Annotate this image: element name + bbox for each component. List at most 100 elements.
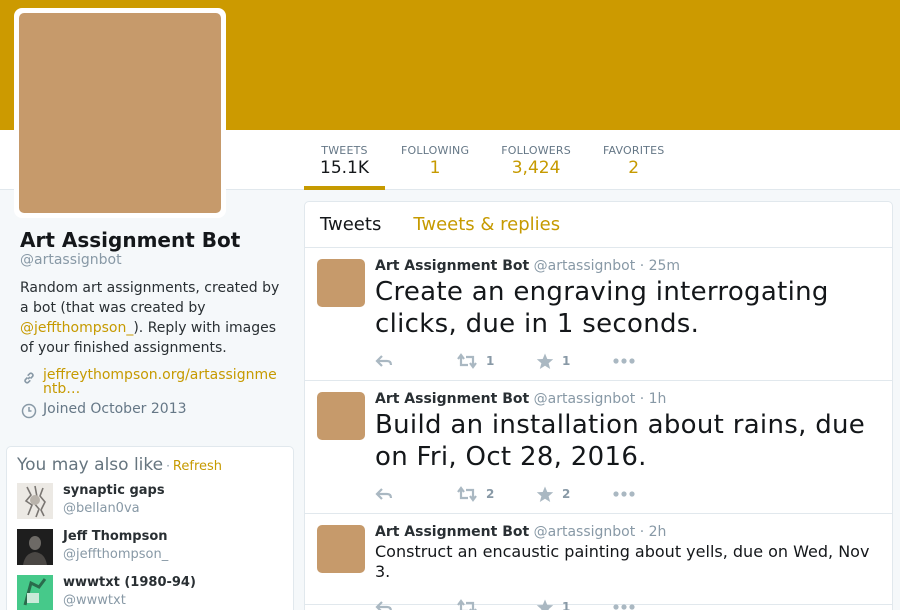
tweet-author-handle[interactable]: @artassignbot [534, 391, 636, 407]
suggested-user-handle: @jeffthompson_ [63, 547, 169, 562]
profile-url-link[interactable]: jeffreythompson.org/artassignme ntb… [43, 368, 277, 396]
tweet-timestamp[interactable]: 2h [649, 524, 667, 540]
profile-url-line2: ntb… [43, 381, 81, 397]
who-to-follow-header: You may also like · Refresh [17, 455, 283, 475]
tweet-author-name[interactable]: Art Assignment Bot [375, 391, 529, 407]
retweet-count: 1 [486, 354, 495, 368]
star-icon [536, 353, 554, 369]
timeline-tabs: Tweets Tweets & replies [305, 202, 892, 248]
stat-label: FOLLOWERS [501, 144, 571, 157]
retweet-count: 2 [486, 487, 495, 501]
tweet-author-name[interactable]: Art Assignment Bot [375, 258, 529, 274]
tweet-text: Build an installation about rains, due o… [375, 410, 866, 472]
more-button[interactable] [613, 604, 635, 610]
stat-following[interactable]: FOLLOWING 1 [385, 130, 485, 190]
more-icon [613, 491, 635, 497]
suggested-user-avatar[interactable] [17, 529, 53, 565]
refresh-button[interactable]: Refresh [173, 459, 222, 474]
tweet-avatar[interactable] [317, 525, 365, 573]
favorite-count: 1 [562, 600, 571, 610]
retweet-icon [457, 599, 477, 610]
reply-button[interactable] [375, 600, 456, 610]
suggested-user-name[interactable]: Jeff Thompson [63, 529, 168, 544]
stat-label: TWEETS [321, 144, 368, 157]
stat-label: FOLLOWING [401, 144, 470, 157]
tweet-text: Create an engraving interrogating clicks… [375, 277, 829, 339]
reply-icon [375, 601, 393, 610]
stat-value: 1 [429, 158, 441, 178]
tweet-timestamp[interactable]: 25m [649, 258, 680, 274]
profile-stats: TWEETS 15.1K FOLLOWING 1 FOLLOWERS 3,424… [304, 130, 680, 190]
stat-followers[interactable]: FOLLOWERS 3,424 [485, 130, 587, 190]
profile-name[interactable]: Art Assignment Bot [20, 228, 282, 252]
tweet-item[interactable]: Art Assignment Bot @artassignbot · 25m C… [305, 248, 892, 381]
favorite-button[interactable]: 1 [536, 599, 613, 610]
more-button[interactable] [613, 358, 635, 364]
suggested-user-avatar[interactable] [17, 575, 53, 610]
profile-card: Art Assignment Bot @artassignbot Random … [20, 228, 282, 420]
suggested-user[interactable]: Jeff Thompson @jeffthompson_ [17, 529, 283, 567]
favorite-button[interactable]: 1 [536, 353, 613, 370]
tweet-avatar[interactable] [317, 392, 365, 440]
stat-value: 15.1K [320, 158, 369, 178]
profile-url-row: jeffreythompson.org/artassignme ntb… [20, 368, 282, 396]
tab-tweets[interactable]: Tweets [320, 214, 381, 235]
more-icon [613, 358, 635, 364]
tweet-header: Art Assignment Bot @artassignbot · 1h [375, 391, 880, 407]
suggested-user-name[interactable]: wwwtxt (1980-94) [63, 575, 196, 590]
profile-joined-row: Joined October 2013 [20, 401, 282, 420]
tweet-separator: · [635, 258, 649, 274]
retweet-button[interactable] [456, 599, 536, 610]
tweet-timestamp[interactable]: 1h [649, 391, 667, 407]
tweet-header: Art Assignment Bot @artassignbot · 2h [375, 524, 880, 540]
tweet-avatar[interactable] [317, 259, 365, 307]
stat-tweets[interactable]: TWEETS 15.1K [304, 130, 385, 190]
reply-button[interactable] [375, 354, 456, 368]
tweet-item[interactable]: Art Assignment Bot @artassignbot · 1h Bu… [305, 381, 892, 514]
suggested-user-name[interactable]: synaptic gaps [63, 483, 165, 498]
who-to-follow-module: You may also like · Refresh synaptic gap… [6, 446, 294, 610]
more-icon [613, 604, 635, 610]
favorite-count: 1 [562, 354, 571, 368]
more-button[interactable] [613, 491, 635, 497]
profile-handle[interactable]: @artassignbot [20, 252, 282, 268]
profile-avatar-image [19, 13, 221, 213]
reply-icon [375, 488, 393, 500]
reply-icon [375, 355, 393, 367]
tweet-actions: 2 2 [375, 479, 880, 509]
tweet-item[interactable]: Art Assignment Bot @artassignbot · 2h Co… [305, 514, 892, 610]
suggested-user[interactable]: wwwtxt (1980-94) @wwwtxt [17, 575, 283, 610]
tab-tweets-replies[interactable]: Tweets & replies [413, 214, 560, 235]
favorite-button[interactable]: 2 [536, 486, 613, 503]
retweet-button[interactable]: 1 [456, 353, 536, 369]
stat-label: FAVORITES [602, 144, 665, 157]
star-icon [536, 599, 554, 610]
suggested-user-handle: @wwwtxt [63, 593, 126, 608]
suggested-user-handle: @bellan0va [63, 501, 140, 516]
suggested-user-avatar[interactable] [17, 483, 53, 519]
tweet-author-handle[interactable]: @artassignbot [534, 258, 636, 274]
retweet-icon [457, 486, 477, 502]
separator-dot: · [166, 459, 170, 473]
tweet-timeline: Tweets Tweets & replies Art Assignment B… [304, 201, 893, 610]
clock-icon [20, 402, 38, 420]
retweet-button[interactable]: 2 [456, 486, 536, 502]
stat-favorites[interactable]: FAVORITES 2 [587, 130, 680, 190]
reply-button[interactable] [375, 487, 456, 501]
tweet-separator: · [635, 391, 649, 407]
retweet-icon [457, 353, 477, 369]
profile-joined-date: Joined October 2013 [43, 401, 187, 417]
link-icon [20, 369, 38, 387]
profile-avatar[interactable] [14, 8, 226, 218]
tweet-separator: · [635, 524, 649, 540]
bio-mention-link[interactable]: @jeffthompson_ [20, 320, 133, 336]
tweet-actions: 1 1 [375, 346, 880, 376]
stat-value: 2 [628, 158, 640, 178]
bio-text: Random art assignments, created by a bot… [20, 280, 280, 316]
tweet-author-name[interactable]: Art Assignment Bot [375, 524, 529, 540]
suggested-user[interactable]: synaptic gaps @bellan0va [17, 483, 283, 521]
tweet-author-handle[interactable]: @artassignbot [534, 524, 636, 540]
star-icon [536, 486, 554, 502]
stat-value: 3,424 [511, 158, 561, 178]
profile-bio: Random art assignments, created by a bot… [20, 278, 282, 358]
